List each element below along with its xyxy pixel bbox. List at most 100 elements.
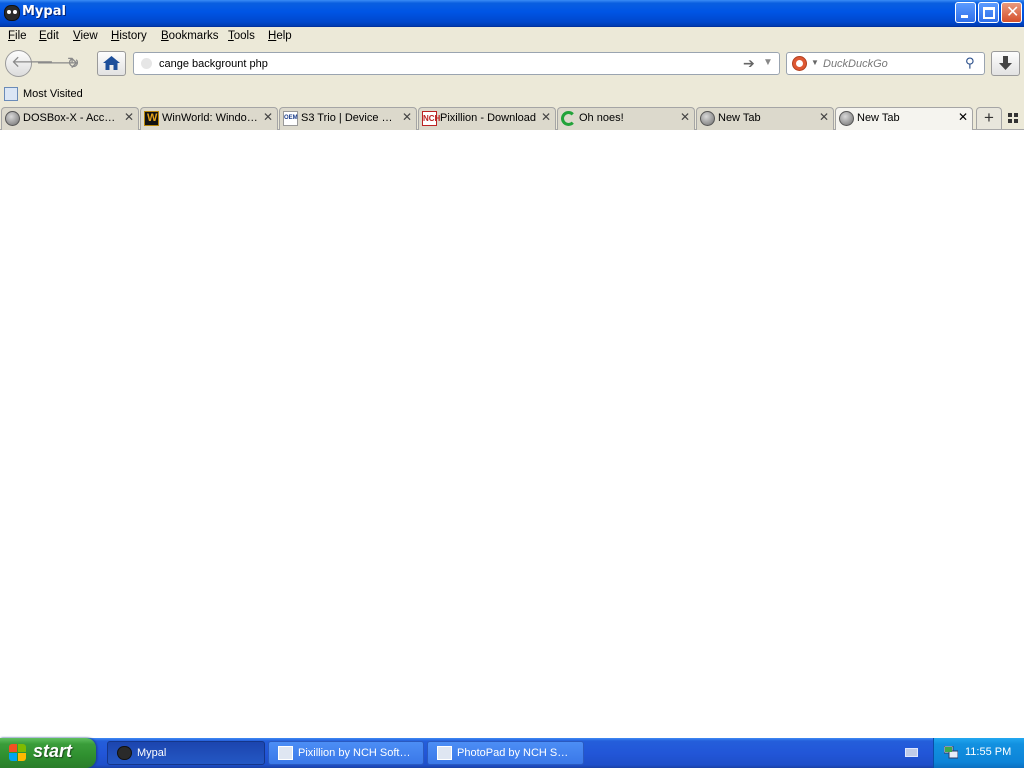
tab-strip: DOSBox-X - Accurate DOS emulation ✕ W Wi… (0, 105, 1024, 131)
downloads-button[interactable] (991, 51, 1020, 76)
reload-button[interactable]: ↻ (67, 56, 80, 72)
clock[interactable]: 11:55 PM (965, 746, 1011, 758)
tab-close-icon[interactable]: ✕ (401, 110, 413, 124)
globe-icon (5, 111, 20, 126)
taskbar: start Mypal Pixillion by NCH Software Ph… (0, 738, 1024, 768)
task-label: PhotoPad by NCH Software (457, 747, 574, 759)
tab-close-icon[interactable]: ✕ (818, 110, 830, 124)
close-button[interactable]: ✕ (1001, 2, 1022, 23)
minimize-icon (961, 15, 968, 18)
tab-close-icon[interactable]: ✕ (123, 110, 135, 124)
task-label: Mypal (137, 747, 167, 759)
system-tray: 11:55 PM (933, 738, 1024, 768)
maximize-button[interactable] (978, 2, 999, 23)
menu-help[interactable]: Help (268, 30, 292, 42)
oem-logo-text: OEM (284, 115, 298, 121)
menu-label: elp (276, 30, 292, 42)
home-icon (103, 56, 120, 70)
winworld-icon: W (144, 111, 159, 126)
tab-close-icon[interactable]: ✕ (540, 110, 552, 124)
network-icon[interactable] (944, 746, 958, 759)
menu-label: dit (46, 30, 59, 42)
tab-new-tab-active[interactable]: New Tab ✕ (835, 107, 973, 131)
tab-s3-trio[interactable]: OEM S3 Trio | Device Drivers ✕ (279, 107, 417, 130)
tab-close-icon[interactable]: ✕ (679, 110, 691, 124)
task-label: Pixillion by NCH Software (298, 747, 415, 759)
navigation-toolbar: 🡐 🡒 ↻ cange backgrount php ➔ ▼ ▼ DuckDuc… (0, 47, 1024, 85)
bookmark-most-visited[interactable]: Most Visited (23, 88, 83, 100)
menu-accel: B (161, 30, 169, 42)
window-titlebar[interactable]: Mypal ✕ (0, 0, 1024, 27)
tab-title: New Tab (857, 112, 900, 124)
menu-accel: E (39, 30, 47, 42)
windows-logo-icon (9, 744, 27, 762)
search-input[interactable]: DuckDuckGo (823, 58, 888, 70)
menu-label: iew (80, 30, 98, 42)
tab-oh-noes[interactable]: Oh noes! ✕ (557, 107, 695, 130)
winworld-logo-text: W (147, 112, 158, 124)
mypal-icon (4, 5, 20, 21)
menu-tools[interactable]: Tools (228, 30, 255, 42)
taskbar-item-pixillion[interactable]: Pixillion by NCH Software (268, 741, 424, 765)
tab-title: DOSBox-X - Accurate DOS emulation (23, 112, 119, 124)
mypal-icon (117, 746, 132, 760)
loading-icon (561, 111, 576, 126)
menu-label: ookmarks (168, 30, 219, 42)
menu-edit[interactable]: Edit (39, 30, 59, 42)
tab-title: New Tab (718, 112, 761, 124)
new-tab-button[interactable]: + (976, 107, 1002, 129)
address-bar[interactable]: cange backgrount php ➔ ▼ (133, 52, 780, 75)
keyboard-icon[interactable] (905, 748, 918, 757)
menu-view[interactable]: View (73, 30, 98, 42)
page-content[interactable] (0, 130, 1024, 737)
bookmarks-toolbar: Most Visited (0, 85, 1024, 105)
globe-icon (700, 111, 715, 126)
tab-title: Oh noes! (579, 112, 624, 124)
download-arrow-icon (999, 56, 1012, 70)
tab-close-icon[interactable]: ✕ (262, 110, 274, 124)
tab-title: WinWorld: Windows (162, 112, 258, 124)
taskbar-item-mypal[interactable]: Mypal (107, 741, 265, 765)
menu-file[interactable]: File (8, 30, 27, 42)
tab-dosbox-x[interactable]: DOSBox-X - Accurate DOS emulation ✕ (1, 107, 139, 130)
tab-pixillion[interactable]: NCH Pixillion - Download ✕ (418, 107, 556, 130)
tab-title: Pixillion - Download (440, 112, 536, 124)
plus-icon: + (984, 108, 994, 127)
minimize-button[interactable] (955, 2, 976, 23)
url-input[interactable]: cange backgrount php (159, 58, 268, 70)
menu-label: ile (15, 30, 27, 42)
taskbar-item-photopad[interactable]: PhotoPad by NCH Software (427, 741, 584, 765)
search-box[interactable]: ▼ DuckDuckGo ⚲ (786, 52, 985, 75)
back-button[interactable]: 🡐 (5, 50, 54, 77)
window-title: Mypal (22, 4, 66, 19)
start-button[interactable]: start (0, 738, 96, 768)
tab-title: S3 Trio | Device Drivers (301, 112, 397, 124)
nch-icon: NCH (422, 111, 441, 126)
globe-icon (839, 111, 854, 126)
menu-accel: F (8, 30, 16, 42)
tab-winworld[interactable]: W WinWorld: Windows ✕ (140, 107, 278, 130)
menu-label: ools (233, 30, 255, 42)
menu-label: istory (119, 30, 147, 42)
duckduckgo-icon[interactable] (792, 56, 807, 71)
menu-bar: File Edit View History Bookmarks Tools H… (0, 27, 1024, 47)
start-label: start (33, 741, 73, 761)
home-button[interactable] (97, 51, 126, 76)
menu-history[interactable]: History (111, 30, 147, 42)
restore-icon (983, 7, 995, 19)
list-all-tabs-button[interactable] (1008, 113, 1020, 125)
most-visited-icon (4, 87, 18, 101)
search-icon[interactable]: ⚲ (965, 55, 975, 71)
site-identity-icon[interactable] (141, 58, 152, 69)
search-engine-dropdown-icon[interactable]: ▼ (811, 58, 819, 67)
tab-close-icon[interactable]: ✕ (957, 110, 969, 124)
close-icon: ✕ (1006, 4, 1020, 21)
go-arrow-icon[interactable]: ➔ (743, 55, 755, 72)
menu-bookmarks[interactable]: Bookmarks (161, 30, 219, 42)
url-history-dropdown-icon[interactable]: ▼ (763, 57, 773, 68)
nch-logo-text: NCH (423, 114, 441, 123)
tab-new-tab[interactable]: New Tab ✕ (696, 107, 834, 130)
pixillion-icon (278, 746, 293, 760)
photopad-icon (437, 746, 452, 760)
oem-icon: OEM (283, 111, 298, 126)
